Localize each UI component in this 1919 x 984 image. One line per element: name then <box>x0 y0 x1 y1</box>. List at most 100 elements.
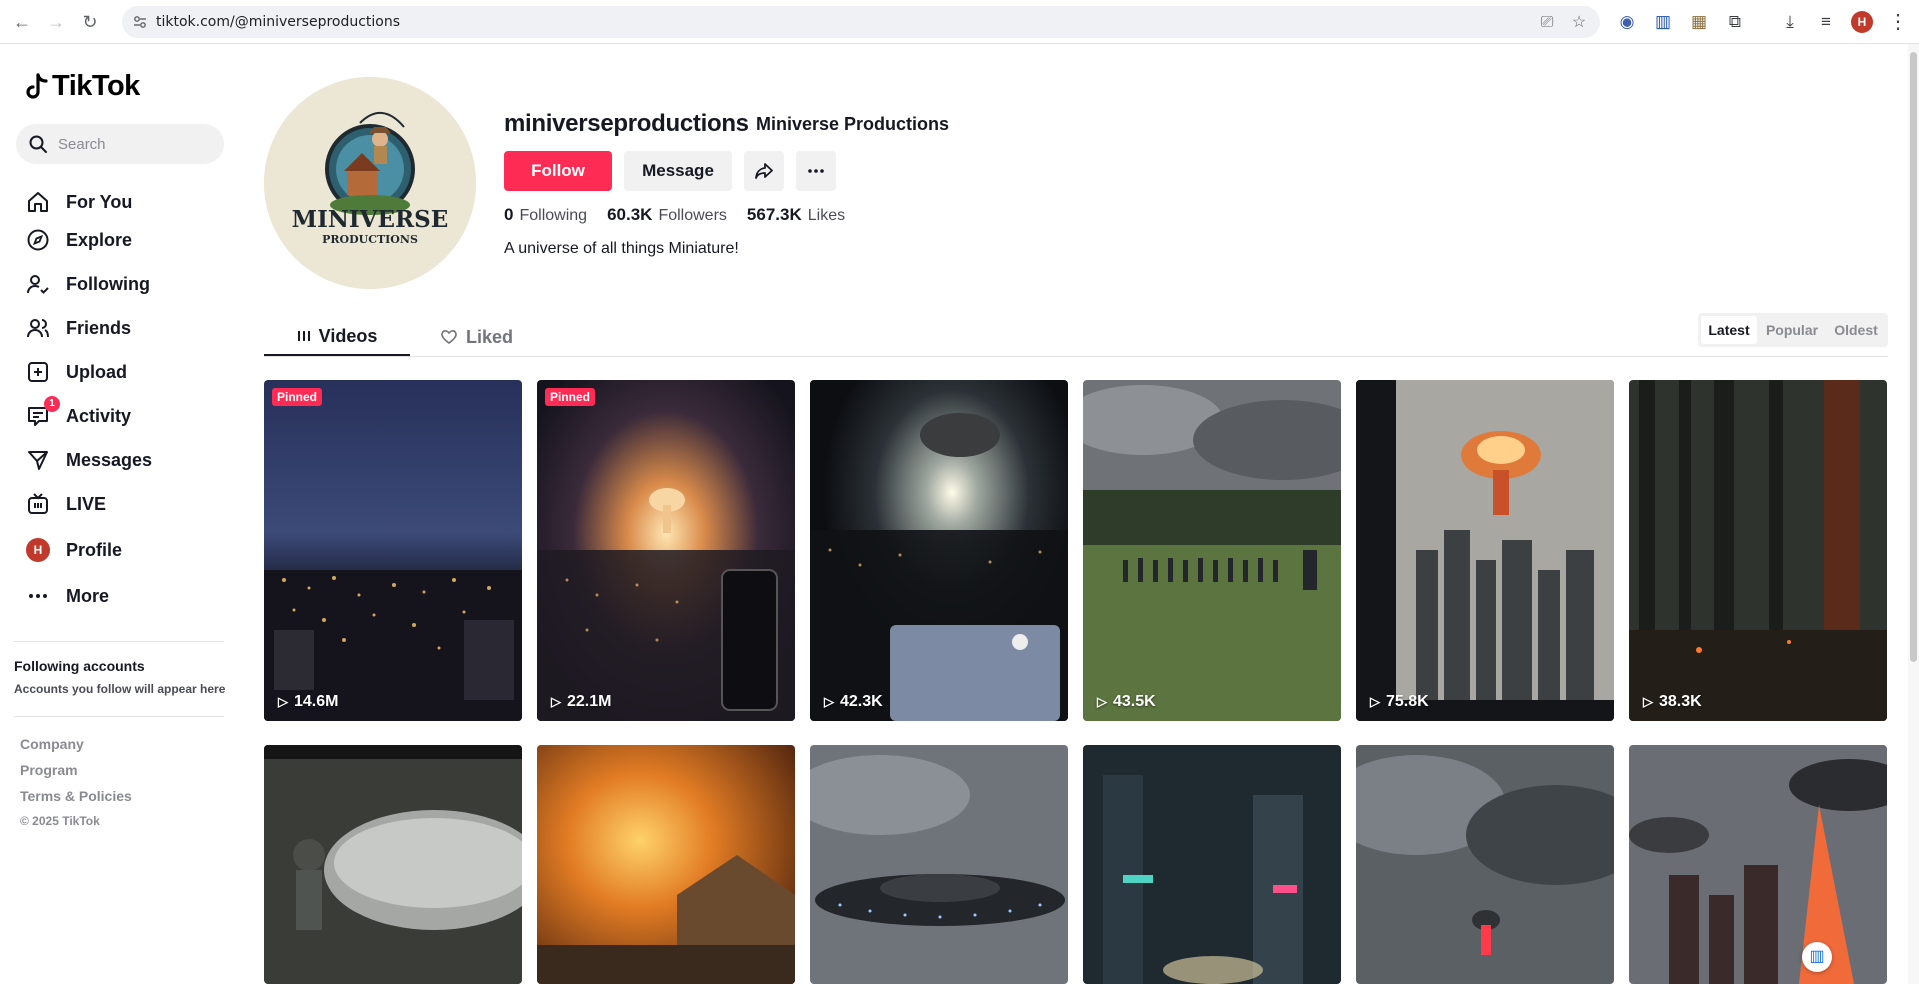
sidebar-item-activity[interactable]: 1 Activity <box>24 396 234 434</box>
sidebar-item-friends[interactable]: Friends <box>24 310 234 346</box>
sidebar-item-following[interactable]: Following <box>24 266 234 302</box>
extension-bars-icon[interactable]: ▥ <box>1652 11 1674 33</box>
view-count: ▷ 38.3K <box>1643 693 1702 711</box>
follow-button[interactable]: Follow <box>504 151 612 191</box>
view-count-value: 38.3K <box>1659 693 1702 710</box>
search-input[interactable]: Search <box>16 124 224 164</box>
sidebar-item-explore[interactable]: Explore <box>24 222 234 258</box>
sidebar-item-label: Following <box>66 273 150 294</box>
video-tile[interactable]: ▷ 42.3K <box>810 380 1068 721</box>
bookmark-star-icon[interactable]: ☆ <box>1570 14 1588 32</box>
video-tile[interactable]: ▷ 75.8K <box>1356 380 1614 721</box>
sidebar-item-profile[interactable]: H Profile <box>24 532 234 568</box>
video-tile[interactable] <box>1629 745 1887 984</box>
view-count-value: 14.6M <box>294 693 339 710</box>
video-tile[interactable] <box>264 745 522 984</box>
footer-link-terms[interactable]: Terms & Policies <box>20 788 132 804</box>
live-icon <box>24 490 52 518</box>
sort-oldest[interactable]: Oldest <box>1826 316 1886 344</box>
sidebar-item-for-you[interactable]: For You <box>24 184 234 220</box>
assistant-floating-icon[interactable]: ▥ <box>1802 942 1832 972</box>
avatar-brand-subtext: PRODUCTIONS <box>322 233 418 246</box>
video-thumbnail <box>1629 745 1887 984</box>
tabs-divider <box>264 356 1888 357</box>
following-accounts-title: Following accounts <box>14 658 145 674</box>
share-button[interactable] <box>744 151 784 191</box>
view-count: ▷ 22.1M <box>551 693 611 711</box>
logo-text: TikTok <box>52 70 140 102</box>
reload-icon[interactable]: ↻ <box>78 10 102 34</box>
forward-icon[interactable]: → <box>44 10 68 34</box>
video-tile[interactable] <box>1356 745 1614 984</box>
browser-profile-avatar[interactable]: H <box>1851 11 1873 33</box>
view-count-value: 43.5K <box>1113 693 1156 710</box>
activity-icon: 1 <box>24 396 60 430</box>
tab-videos[interactable]: Videos <box>264 318 410 356</box>
sidebar-item-upload[interactable]: Upload <box>24 354 234 390</box>
likes-label: Likes <box>807 207 846 224</box>
share-icon <box>755 163 773 179</box>
tab-liked[interactable]: Liked <box>440 318 513 356</box>
avatar-brand-text: MINIVERSE <box>292 206 449 233</box>
more-options-button[interactable] <box>796 151 836 191</box>
pinned-badge: Pinned <box>545 388 596 406</box>
view-count-value: 75.8K <box>1386 693 1429 710</box>
tab-liked-label: Liked <box>466 326 514 347</box>
videos-grid-icon <box>297 331 310 341</box>
footer-link-company[interactable]: Company <box>20 736 84 752</box>
view-count: ▷ 14.6M <box>278 693 338 711</box>
messages-icon <box>24 446 52 474</box>
tab-videos-label: Videos <box>318 325 378 346</box>
media-control-icon[interactable]: ≡ <box>1815 11 1837 33</box>
sort-popular[interactable]: Popular <box>1760 316 1824 344</box>
friends-icon <box>24 314 52 342</box>
likes-stat: 567.3K Likes <box>747 205 845 225</box>
search-icon <box>29 135 47 153</box>
download-icon[interactable]: ⤓ <box>1779 11 1801 33</box>
followers-stat[interactable]: 60.3K Followers <box>607 205 727 225</box>
followers-label: Followers <box>658 207 727 224</box>
play-icon: ▷ <box>824 694 834 709</box>
sidebar-item-label: Activity <box>66 405 132 426</box>
extension-grid-icon[interactable]: ▦ <box>1688 11 1710 33</box>
video-tile[interactable]: ▷ 43.5K <box>1083 380 1341 721</box>
followers-count: 60.3K <box>607 205 653 224</box>
address-bar[interactable]: tiktok.com/@miniverseproductions ⎚ ☆ <box>122 6 1600 38</box>
message-button[interactable]: Message <box>624 151 732 191</box>
sidebar-item-label: Upload <box>66 361 127 382</box>
sort-toggle: Latest Popular Oldest <box>1698 313 1888 347</box>
play-icon: ▷ <box>1370 694 1380 709</box>
extensions-puzzle-icon[interactable]: ⧉ <box>1724 11 1746 33</box>
liked-lock-heart-icon <box>441 330 457 344</box>
video-thumbnail <box>1356 745 1614 984</box>
likes-count: 567.3K <box>746 205 802 224</box>
scrollbar-thumb[interactable] <box>1910 52 1917 662</box>
notification-badge: 1 <box>44 396 60 412</box>
view-count-value: 22.1M <box>567 693 612 710</box>
back-icon[interactable]: ← <box>10 10 34 34</box>
view-count-value: 42.3K <box>840 693 883 710</box>
video-thumbnail <box>1356 380 1614 721</box>
extension-shield-icon[interactable]: ◉ <box>1616 11 1638 33</box>
view-count: ▷ 42.3K <box>824 693 883 711</box>
site-settings-icon[interactable] <box>132 14 148 30</box>
tiktok-logo[interactable]: TikTok <box>24 70 140 103</box>
video-tile[interactable]: Pinned ▷ 14.6M <box>264 380 522 721</box>
video-tile[interactable]: ▷ 38.3K <box>1629 380 1887 721</box>
profile-bio: A universe of all things Miniature! <box>504 240 739 257</box>
profile-avatar-large[interactable]: MINIVERSE PRODUCTIONS <box>264 77 476 289</box>
video-tile[interactable] <box>810 745 1068 984</box>
sidebar-item-live[interactable]: LIVE <box>24 486 234 522</box>
following-stat[interactable]: 0 Following <box>504 205 587 225</box>
browser-menu-icon[interactable]: ⋮ <box>1888 10 1908 34</box>
sidebar-item-label: Profile <box>66 539 123 560</box>
video-tile[interactable] <box>1083 745 1341 984</box>
sidebar-item-messages[interactable]: Messages <box>24 442 234 478</box>
install-app-icon[interactable]: ⎚ <box>1538 14 1556 32</box>
sort-latest[interactable]: Latest <box>1701 316 1757 344</box>
video-tile[interactable]: Pinned ▷ 22.1M <box>537 380 795 721</box>
video-thumbnail <box>1083 380 1341 721</box>
footer-link-program[interactable]: Program <box>20 762 78 778</box>
sidebar-item-more[interactable]: More <box>24 578 234 614</box>
video-tile[interactable] <box>537 745 795 984</box>
